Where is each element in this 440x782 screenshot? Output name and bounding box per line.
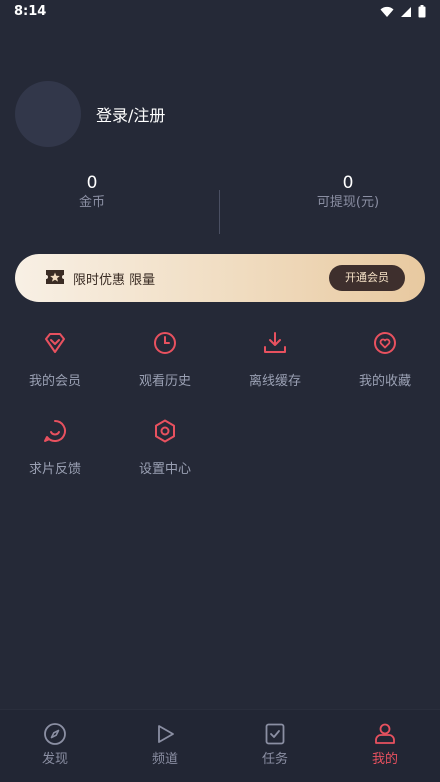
tab-tasks[interactable]: 任务 xyxy=(220,722,330,767)
task-icon xyxy=(265,723,285,745)
menu-my-membership[interactable]: 我的会员 xyxy=(0,330,110,389)
status-icons xyxy=(380,5,426,18)
vip-promo-text: 限时优惠 限量 xyxy=(73,273,156,288)
status-time: 8:14 xyxy=(14,4,47,19)
battery-icon xyxy=(418,5,426,18)
download-icon xyxy=(264,332,286,353)
tab-channels[interactable]: 频道 xyxy=(110,722,220,767)
play-icon xyxy=(158,725,174,743)
login-register-link[interactable]: 登录/注册 xyxy=(96,102,165,126)
bottom-tab-bar: 发现 频道 任务 我的 xyxy=(0,709,440,782)
signal-icon xyxy=(401,6,411,17)
wifi-icon xyxy=(380,6,394,17)
menu-settings-center[interactable]: 设置中心 xyxy=(110,418,220,477)
menu-label: 离线缓存 xyxy=(248,374,301,389)
vip-ticket-icon xyxy=(46,270,64,284)
menu-label: 我的会员 xyxy=(28,374,81,389)
coins-stat[interactable]: 0 金币 xyxy=(0,172,202,212)
withdrawable-stat[interactable]: 0 可提现(元) xyxy=(238,172,440,212)
tab-label: 任务 xyxy=(261,752,288,767)
settings-icon xyxy=(155,419,175,443)
tab-label: 发现 xyxy=(41,752,68,767)
menu-label: 求片反馈 xyxy=(28,462,81,477)
status-bar: 8:14 xyxy=(0,0,440,24)
menu-my-favorites[interactable]: 我的收藏 xyxy=(330,330,440,389)
chat-icon xyxy=(44,420,66,442)
stats-row: 0 金币 0 可提现(元) xyxy=(0,172,440,236)
coins-value: 0 xyxy=(86,173,98,193)
withdrawable-label: 可提现(元) xyxy=(316,195,380,210)
coins-label: 金币 xyxy=(78,195,105,210)
menu-label: 观看历史 xyxy=(138,374,191,389)
heart-icon xyxy=(374,332,396,354)
compass-icon xyxy=(44,723,66,745)
open-vip-button[interactable]: 开通会员 xyxy=(329,265,405,291)
menu-offline-cache[interactable]: 离线缓存 xyxy=(220,330,330,389)
tab-label: 频道 xyxy=(151,752,178,767)
menu-watch-history[interactable]: 观看历史 xyxy=(110,330,220,389)
diamond-icon xyxy=(45,333,65,353)
menu-label: 我的收藏 xyxy=(358,374,411,389)
tab-discover[interactable]: 发现 xyxy=(0,722,110,767)
tab-mine[interactable]: 我的 xyxy=(330,722,440,767)
menu-label: 设置中心 xyxy=(138,462,191,477)
profile-header[interactable]: 登录/注册 xyxy=(15,81,165,147)
avatar[interactable] xyxy=(15,81,81,147)
stats-divider xyxy=(219,190,220,234)
user-icon xyxy=(375,723,395,744)
tab-label: 我的 xyxy=(371,752,398,767)
clock-icon xyxy=(154,332,176,354)
withdrawable-value: 0 xyxy=(342,173,354,193)
menu-request-feedback[interactable]: 求片反馈 xyxy=(0,418,110,477)
vip-promo-banner[interactable]: 限时优惠 限量 开通会员 xyxy=(15,254,425,302)
